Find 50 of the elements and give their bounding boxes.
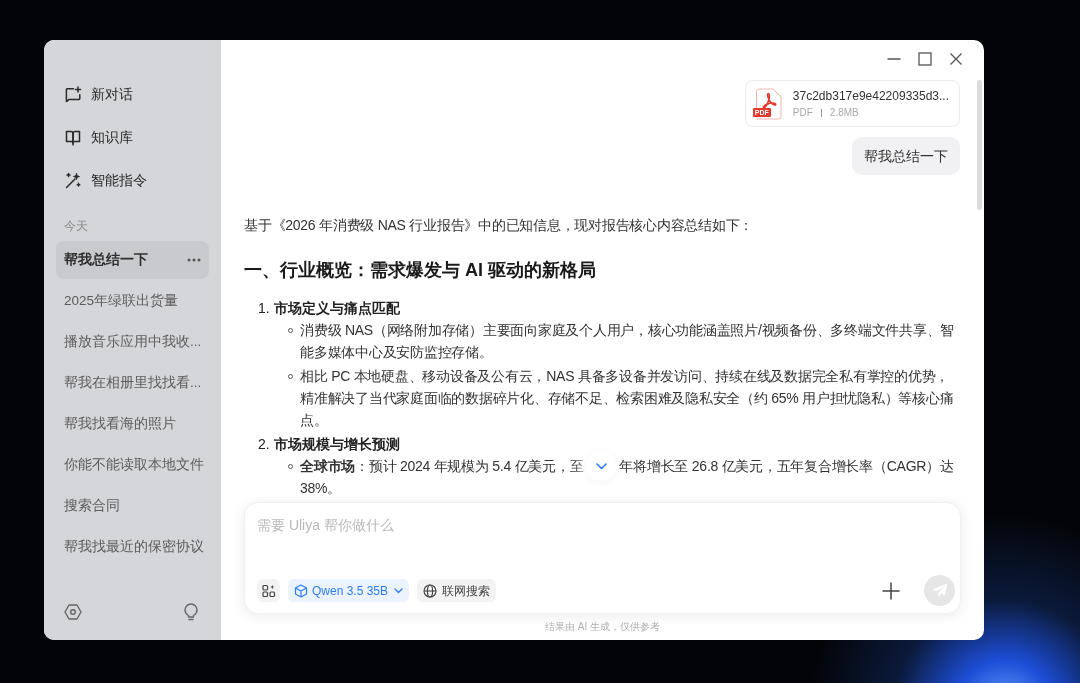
cube-icon [294,583,308,598]
paper-plane-icon [931,583,948,598]
close-icon[interactable] [949,52,963,66]
nav-item[interactable]: 知识库 [56,116,209,159]
response-intro-text: 基于《2026 年消费级 NAS 行业报告》中的已知信息，现对报告核心内容总结如下： [244,216,755,235]
nav-item[interactable]: 新对话 [56,73,209,116]
chat-history-item[interactable]: 帮我找看海的照片 [56,405,209,443]
plus-icon[interactable] [882,581,900,600]
ellipsis-icon[interactable] [187,258,201,262]
web-search-toggle[interactable]: 联网搜索 [417,579,497,602]
settings-icon[interactable] [64,604,82,620]
chat-history-item[interactable]: 播放音乐应用中我收... [56,323,209,361]
section-label: 今天 [64,218,88,234]
bullet-text: 相比 PC 本地硬盘、移动设备及公有云，NAS 具备多设备并发访问、持续在线及数据完全私有掌控的优势，精准解决了当代家庭面临的数据碎片化、存储不足、检索困难及隐私安全（约 65% 用户担忧隐私）等核心痛点。 [300,367,955,430]
apps-grid-icon [261,583,276,598]
list-item-title: 市场定义与痛点匹配 [273,299,400,318]
maximize-icon[interactable] [918,52,932,66]
file-size-label: 2.8MB [829,106,859,119]
chat-history-item[interactable]: 帮我在相册里找找看... [56,364,209,402]
model-selector[interactable]: Qwen 3.5 35B [288,579,410,602]
globe-icon [423,583,438,598]
chat-history-item[interactable]: 2025年绿联出货量 [56,282,209,320]
chat-history-item[interactable]: 搜索合同 [56,487,209,525]
list-number: 1. [258,299,270,318]
section-heading: 一、行业概览：需求爆发与 AI 驱动的新格局 [244,259,597,282]
chat-history-item[interactable]: 帮我总结一下 [56,241,209,279]
tools-button[interactable] [257,579,280,602]
chat-history-item[interactable]: 你能不能读取本地文件 [56,446,209,484]
file-name: 37c2db317e9e42209335d3... [792,88,949,104]
bullet-text: 年将增长至 26.8 亿美元，五年复合增长率（CAGR）达 [619,457,954,476]
book-icon [64,128,82,147]
composer-panel[interactable]: 需要 Uliya 帮你做什么 Qwen 3.5 35B 联网搜索 [244,502,961,614]
bullet-text: 38%。 [300,479,342,498]
message-input[interactable]: 需要 Uliya 帮你做什么 [245,503,960,575]
user-message-bubble: 帮我总结一下 [852,137,960,175]
file-type-label: PDF [792,106,813,119]
chat-history-item[interactable]: 帮我找最近的保密协议 [56,528,209,566]
scrollbar-thumb[interactable] [977,80,982,210]
nav-item[interactable]: 智能指令 [56,159,209,202]
lightbulb-icon[interactable] [183,603,199,621]
disclaimer-text: 结果由 AI 生成，仅供参考 [545,621,660,633]
list-number: 2. [258,435,270,454]
bullet-text: 全球市场：预计 2024 年规模为 5.4 亿美元，至 [300,457,584,476]
bullet-text: 消费级 NAS（网络附加存储）主要面向家庭及个人用户，核心功能涵盖照片/视频备份、多终端文件共享、智能多媒体中心及安防监控存储。 [300,321,956,362]
chevron-down-icon [394,587,404,594]
list-item-title: 市场规模与增长预测 [273,435,400,454]
pdf-file-icon [753,87,784,120]
chevron-down-icon [595,462,607,470]
chat-plus-icon [64,85,82,104]
magic-wand-icon [64,171,82,190]
